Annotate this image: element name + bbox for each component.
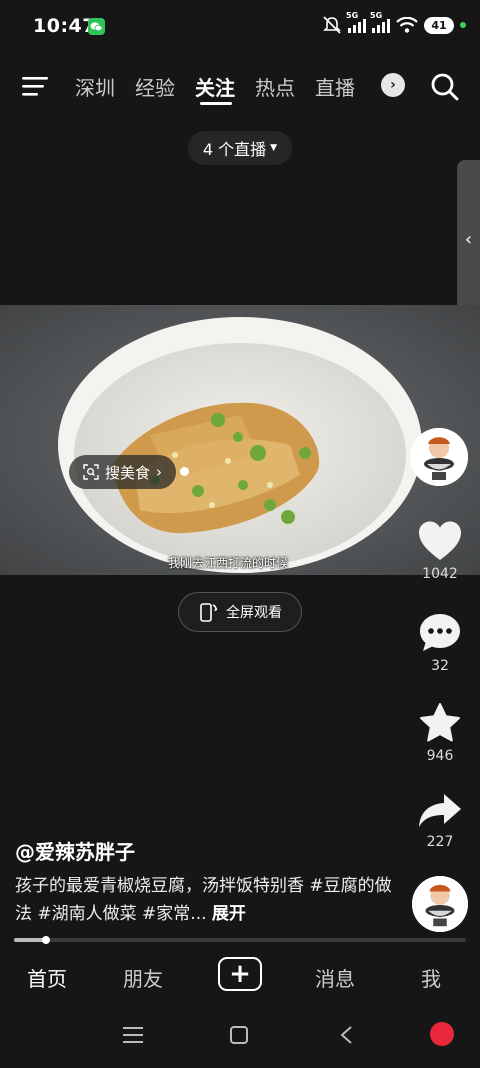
creator-avatar[interactable] <box>410 428 468 486</box>
create-button[interactable]: + <box>218 957 262 991</box>
tab-hot[interactable]: 热点 <box>255 72 295 101</box>
tab-experience[interactable]: 经验 <box>135 72 175 101</box>
screen-record-icon[interactable] <box>430 1022 454 1046</box>
favorite-count: 946 <box>426 748 454 764</box>
battery-icon: 41 <box>424 16 454 34</box>
tab-messages[interactable]: 消息 <box>315 963 355 992</box>
status-icons: 5G 5G 41 <box>322 11 466 34</box>
menu-icon[interactable] <box>22 74 50 98</box>
recents-menu-icon[interactable] <box>122 1026 144 1044</box>
caret-down-icon: ▼ <box>270 143 278 153</box>
favorite-button[interactable]: 946 <box>410 702 470 764</box>
live-count-dropdown[interactable]: 4 个直播 ▼ <box>188 131 292 165</box>
signal-2-label: 5G <box>370 11 383 20</box>
top-nav: 深圳 经验 关注 热点 直播 › <box>0 62 480 108</box>
caption-text: 孩子的最爱青椒烧豆腐，汤拌饭特别香 #豆腐的做法 #湖南人做菜 #家常... <box>15 876 392 924</box>
hotspot-dot <box>180 467 189 476</box>
tab-me[interactable]: 我 <box>421 963 441 992</box>
post-caption[interactable]: 孩子的最爱青椒烧豆腐，汤拌饭特别香 #豆腐的做法 #湖南人做菜 #家常... 展… <box>15 872 395 928</box>
active-tab-indicator <box>200 102 232 105</box>
progress-knob[interactable] <box>41 936 50 944</box>
side-panel-toggle[interactable]: ‹ <box>457 160 480 318</box>
bottom-tab-bar: 首页 朋友 + 消息 我 <box>0 950 480 1002</box>
home-square-icon[interactable] <box>229 1025 249 1045</box>
video-player[interactable] <box>0 305 480 575</box>
like-count: 1042 <box>422 566 458 582</box>
search-food-button[interactable]: 搜美食 › <box>69 455 177 489</box>
fullscreen-button[interactable]: 全屏观看 <box>178 592 302 632</box>
live-count-label: 4 个直播 <box>202 140 267 159</box>
tab-friends[interactable]: 朋友 <box>123 963 163 992</box>
tab-home[interactable]: 首页 <box>27 963 67 992</box>
expand-link[interactable]: 展开 <box>212 904 246 924</box>
chevron-right-icon[interactable]: › <box>381 73 405 97</box>
share-arrow-icon <box>419 794 461 827</box>
rotate-screen-icon <box>200 603 218 622</box>
heart-icon <box>419 521 461 560</box>
wifi-icon <box>396 17 418 33</box>
scan-search-icon <box>83 464 99 480</box>
share-count: 227 <box>426 834 454 850</box>
chevron-left-icon: ‹ <box>464 228 473 250</box>
comment-button[interactable]: 32 <box>410 612 470 674</box>
fullscreen-label: 全屏观看 <box>226 605 282 621</box>
signal-icon-2: 5G <box>370 11 390 33</box>
signal-icon-1: 5G <box>346 11 366 33</box>
status-time: 10:47 <box>33 15 96 37</box>
search-icon[interactable] <box>430 72 460 102</box>
comment-count: 32 <box>431 658 449 674</box>
star-icon <box>420 703 460 742</box>
video-progress-bar[interactable] <box>14 936 466 944</box>
back-arrow-icon[interactable] <box>338 1025 354 1045</box>
signal-1-label: 5G <box>346 11 359 20</box>
tab-following[interactable]: 关注 <box>195 72 235 101</box>
like-button[interactable]: 1042 <box>410 520 470 582</box>
mute-icon <box>323 16 341 34</box>
chevron-right-icon: › <box>156 463 163 481</box>
tab-shenzhen[interactable]: 深圳 <box>75 72 115 101</box>
wechat-icon <box>88 18 105 35</box>
share-button[interactable]: 227 <box>410 792 470 850</box>
progress-fill <box>14 938 46 942</box>
status-bar: 10:47 5G 5G 41 <box>0 0 480 52</box>
system-nav-bar <box>0 1002 480 1068</box>
search-food-label: 搜美食 <box>105 463 151 482</box>
video-subtitle: 我刚去江西打流的时候 <box>168 556 289 570</box>
comment-icon <box>420 614 460 651</box>
video-frame-image <box>0 305 480 575</box>
tab-live[interactable]: 直播 <box>315 72 355 101</box>
charging-dot <box>460 22 466 28</box>
author-name[interactable]: @爱辣苏胖子 <box>15 836 135 865</box>
music-avatar[interactable] <box>412 876 468 932</box>
